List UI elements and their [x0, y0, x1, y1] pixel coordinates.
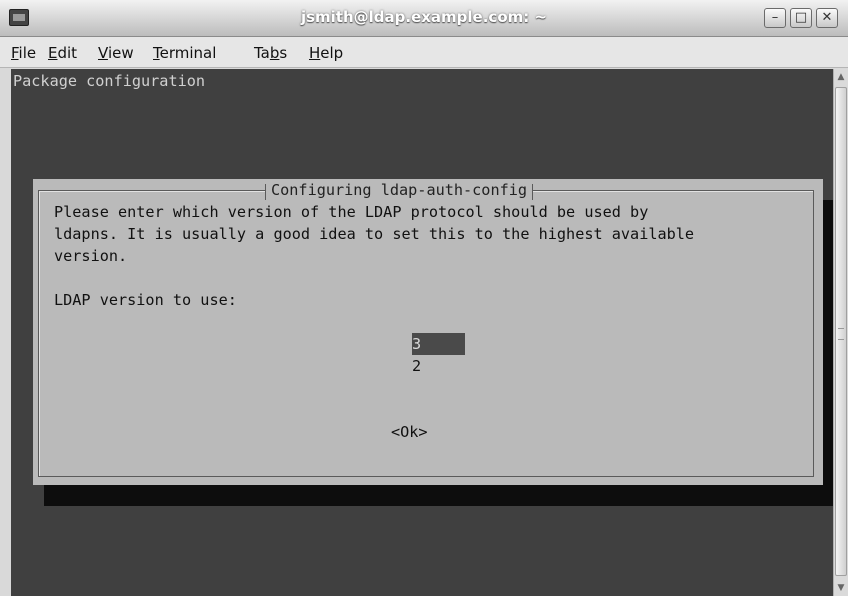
dialog-description: Please enter which version of the LDAP p… — [54, 203, 695, 265]
option-version-3[interactable]: 3 — [412, 333, 465, 355]
menu-bar: File Edit View Terminal Tabs Help — [0, 37, 848, 68]
title-bar[interactable]: jsmith@ldap.example.com: ~ – □ ✕ — [0, 0, 848, 37]
ok-button[interactable]: <Ok> — [391, 421, 428, 443]
option-version-2[interactable]: 2 — [412, 355, 465, 377]
window-title: jsmith@ldap.example.com: ~ — [300, 8, 548, 26]
menu-tabs[interactable]: Tabs — [254, 44, 287, 62]
menu-view[interactable]: View — [98, 44, 134, 62]
terminal-area[interactable]: Package configuration Configuring ldap-a… — [11, 69, 833, 596]
scrollbar-thumb[interactable] — [835, 87, 847, 576]
config-dialog: Configuring ldap-auth-config Please ente… — [33, 179, 823, 485]
close-button[interactable]: ✕ — [816, 8, 838, 28]
grip-icon — [838, 328, 844, 340]
minimize-button[interactable]: – — [764, 8, 786, 28]
package-configuration-heading: Package configuration — [13, 72, 206, 90]
menu-edit[interactable]: Edit — [48, 44, 77, 62]
vertical-scrollbar[interactable]: ▲ ▼ — [833, 69, 848, 596]
menu-help[interactable]: Help — [309, 44, 343, 62]
dialog-title: Configuring ldap-auth-config — [265, 179, 534, 201]
maximize-button[interactable]: □ — [790, 8, 812, 28]
ldap-version-prompt: LDAP version to use: — [54, 291, 237, 309]
arrow-up-icon[interactable]: ▲ — [834, 69, 848, 85]
arrow-down-icon[interactable]: ▼ — [834, 580, 848, 596]
menu-terminal[interactable]: Terminal — [153, 44, 216, 62]
menu-file[interactable]: File — [11, 44, 36, 62]
